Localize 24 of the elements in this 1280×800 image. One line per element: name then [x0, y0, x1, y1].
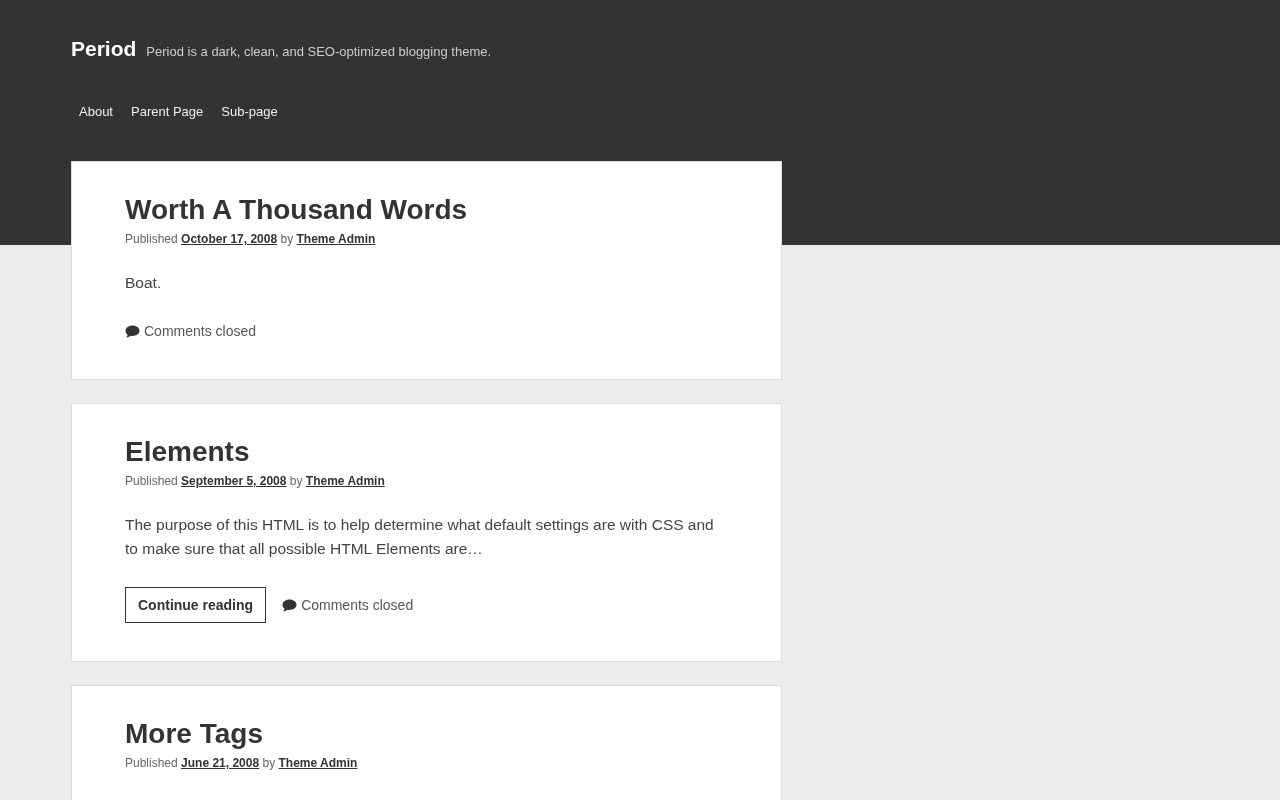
post-meta: Published June 21, 2008 by Theme Admin: [125, 755, 359, 771]
continue-reading-button[interactable]: Continue reading: [125, 587, 267, 623]
author-link[interactable]: Theme Admin: [305, 474, 385, 488]
site-title[interactable]: Period: [71, 35, 137, 63]
comment-icon: [282, 598, 298, 612]
post-excerpt: The purpose of this HTML is to help determine what default settings are with CSS and to make sure that all possible HTML Elements are…: [125, 515, 715, 559]
date-link[interactable]: June 21, 2008: [181, 756, 260, 770]
nav-link[interactable]: Parent Page: [123, 102, 212, 122]
date-link[interactable]: September 5, 2008: [181, 474, 287, 488]
author-link[interactable]: Theme Admin: [278, 756, 358, 770]
comment-icon: [125, 324, 140, 338]
date-link[interactable]: October 17, 2008: [181, 232, 278, 246]
post-meta: Published October 17, 2008 by Theme Admin: [125, 231, 377, 247]
nav-link[interactable]: About: [71, 102, 121, 122]
post-meta: Published September 5, 2008 by Theme Admin: [125, 473, 386, 489]
comments-status: Comments closed: [144, 322, 257, 341]
post-title[interactable]: More Tags: [125, 717, 728, 751]
post-title[interactable]: Elements: [125, 435, 728, 469]
comments-status: Comments closed: [301, 596, 414, 615]
post-excerpt: Boat.: [125, 273, 163, 293]
author-link[interactable]: Theme Admin: [296, 232, 376, 246]
site-tagline: Period is a dark, clean, and SEO-optimized blogging theme.: [146, 43, 492, 61]
post-title[interactable]: Worth A Thousand Words: [125, 193, 728, 227]
nav-link[interactable]: Sub-page: [213, 102, 286, 122]
